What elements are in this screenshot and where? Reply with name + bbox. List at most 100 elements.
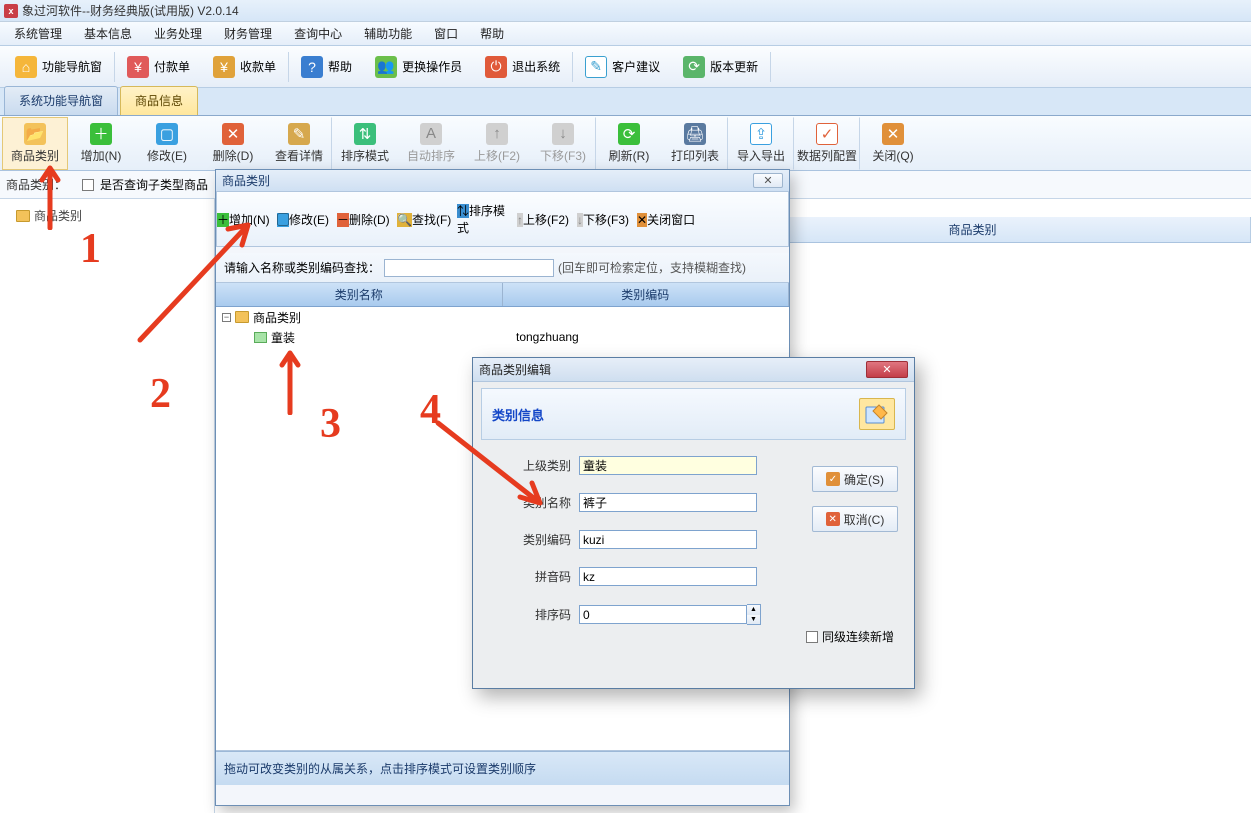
col-name[interactable]: 类别名称	[216, 283, 503, 306]
sort-spinner[interactable]: ▲▼	[747, 604, 761, 625]
category-window-titlebar[interactable]: 商品类别 ✕	[216, 170, 789, 192]
edit-dialog-close-button[interactable]: ✕	[866, 361, 908, 378]
tree-root-row[interactable]: − 商品类别	[216, 307, 789, 327]
menu-basic[interactable]: 基本信息	[74, 22, 142, 45]
search-label: 请输入名称或类别编码查找：	[224, 259, 380, 276]
sort-mode-button[interactable]: ⇅排序模式	[332, 117, 398, 170]
switch-user-button[interactable]: 👥更换操作员	[364, 51, 473, 83]
print-button[interactable]: 🖨打印列表	[662, 117, 728, 170]
update-button[interactable]: ⟳版本更新	[672, 51, 769, 83]
cat-up-button[interactable]: ↑上移(F2)	[517, 211, 577, 228]
menu-aux[interactable]: 辅助功能	[354, 22, 422, 45]
category-window-close-button[interactable]: ✕	[753, 173, 783, 188]
update-icon: ⟳	[683, 56, 705, 78]
pinyin-field[interactable]	[579, 567, 757, 586]
edit-button[interactable]: ▢修改(E)	[134, 117, 200, 170]
category-search-input[interactable]	[384, 259, 554, 277]
users-icon: 👥	[375, 56, 397, 78]
titlebar: x 象过河软件--财务经典版(试用版) V2.0.14	[0, 0, 1251, 22]
category-footer: 拖动可改变类别的从属关系，点击排序模式可设置类别顺序	[216, 751, 789, 785]
cat-add-button[interactable]: ＋增加(N)	[217, 211, 277, 228]
query-children-checkbox[interactable]	[82, 179, 94, 191]
edit-dialog-header: 类别信息	[481, 388, 906, 440]
move-up-button[interactable]: ↑上移(F2)	[464, 117, 530, 170]
square-icon: ▢	[156, 123, 178, 145]
doc-icon: ✎	[288, 123, 310, 145]
continuous-label: 同级连续新增	[822, 628, 894, 645]
cat-close-button[interactable]: ✕关闭窗口	[637, 211, 697, 228]
note-icon: ✎	[585, 56, 607, 78]
menu-help[interactable]: 帮助	[470, 22, 514, 45]
power-icon: ⏻	[485, 56, 507, 78]
edit-dialog-buttons: ✓确定(S) ✕取消(C)	[812, 466, 898, 532]
code-row: 类别编码	[483, 530, 904, 549]
tree-child-row[interactable]: 童装 tongzhuang	[216, 327, 789, 347]
category-label: 商品类别：	[6, 176, 66, 193]
pay-icon: ¥	[127, 56, 149, 78]
page-toolbar: 📂商品类别 ＋增加(N) ▢修改(E) ✕删除(D) ✎查看详情 ⇅排序模式 A…	[0, 116, 1251, 171]
continuous-row: 同级连续新增	[806, 628, 894, 645]
tab-product[interactable]: 商品信息	[120, 86, 198, 115]
menu-query[interactable]: 查询中心	[284, 22, 352, 45]
close-icon: ✕	[637, 213, 647, 227]
left-tree-pane: 商品类别	[0, 199, 215, 813]
sort-field[interactable]	[579, 605, 747, 624]
receive-button[interactable]: ¥收款单	[202, 51, 287, 83]
menu-business[interactable]: 业务处理	[144, 22, 212, 45]
help-button[interactable]: ?帮助	[290, 51, 363, 83]
folder-icon	[16, 210, 30, 222]
up-icon: ↑	[486, 123, 508, 145]
plus-icon: ＋	[217, 213, 229, 227]
continuous-checkbox[interactable]	[806, 631, 818, 643]
leaf-icon	[254, 332, 267, 343]
code-field[interactable]	[579, 530, 757, 549]
export-button[interactable]: ⇪导入导出	[728, 117, 794, 170]
app-title: 象过河软件--财务经典版(试用版) V2.0.14	[22, 2, 239, 19]
tab-strip: 系统功能导航窗 商品信息	[0, 88, 1251, 116]
pay-button[interactable]: ¥付款单	[116, 51, 201, 83]
close-button[interactable]: ✕关闭(Q)	[860, 117, 926, 170]
menu-window[interactable]: 窗口	[424, 22, 468, 45]
detail-button[interactable]: ✎查看详情	[266, 117, 332, 170]
spin-up-icon[interactable]: ▲	[747, 605, 760, 615]
autosort-icon: A	[420, 123, 442, 145]
columns-button[interactable]: ✓数据列配置	[794, 117, 860, 170]
cancel-button[interactable]: ✕取消(C)	[812, 506, 898, 532]
edit-folder-icon	[859, 398, 895, 430]
cat-down-button[interactable]: ↓下移(F3)	[577, 211, 637, 228]
plus-icon: ＋	[90, 123, 112, 145]
sort-icon: ⇅	[457, 204, 469, 218]
parent-field[interactable]	[579, 456, 757, 475]
delete-button[interactable]: ✕删除(D)	[200, 117, 266, 170]
nav-window-button[interactable]: ⌂功能导航窗	[4, 51, 113, 83]
square-icon: ▢	[277, 213, 289, 227]
minus-icon: －	[337, 213, 349, 227]
category-button[interactable]: 📂商品类别	[2, 117, 68, 170]
down-icon: ↓	[552, 123, 574, 145]
menu-system[interactable]: 系统管理	[4, 22, 72, 45]
collapse-icon[interactable]: −	[222, 313, 231, 322]
col-code[interactable]: 类别编码	[503, 283, 790, 306]
cat-find-button[interactable]: 🔍查找(F)	[397, 211, 457, 228]
refresh-button[interactable]: ⟳刷新(R)	[596, 117, 662, 170]
folder-icon	[235, 311, 249, 323]
tree-root[interactable]: 商品类别	[2, 203, 212, 228]
cat-delete-button[interactable]: －删除(D)	[337, 211, 397, 228]
category-toolbar: ＋增加(N) ▢修改(E) －删除(D) 🔍查找(F) ⇅排序模式 ↑上移(F2…	[216, 192, 789, 247]
edit-dialog-titlebar[interactable]: 商品类别编辑 ✕	[473, 358, 914, 382]
name-field[interactable]	[579, 493, 757, 512]
search-hint: (回车即可检索定位，支持模糊查找)	[558, 259, 746, 276]
cat-sort-button[interactable]: ⇅排序模式	[457, 202, 517, 236]
exit-button[interactable]: ⏻退出系统	[474, 51, 571, 83]
ok-button[interactable]: ✓确定(S)	[812, 466, 898, 492]
menu-finance[interactable]: 财务管理	[214, 22, 282, 45]
auto-sort-button[interactable]: A自动排序	[398, 117, 464, 170]
feedback-button[interactable]: ✎客户建议	[574, 51, 671, 83]
tab-nav[interactable]: 系统功能导航窗	[4, 86, 118, 115]
cat-edit-button[interactable]: ▢修改(E)	[277, 211, 337, 228]
add-button[interactable]: ＋增加(N)	[68, 117, 134, 170]
move-down-button[interactable]: ↓下移(F3)	[530, 117, 596, 170]
check-icon: ✓	[826, 472, 840, 486]
spin-down-icon[interactable]: ▼	[747, 615, 760, 625]
home-icon: ⌂	[15, 56, 37, 78]
